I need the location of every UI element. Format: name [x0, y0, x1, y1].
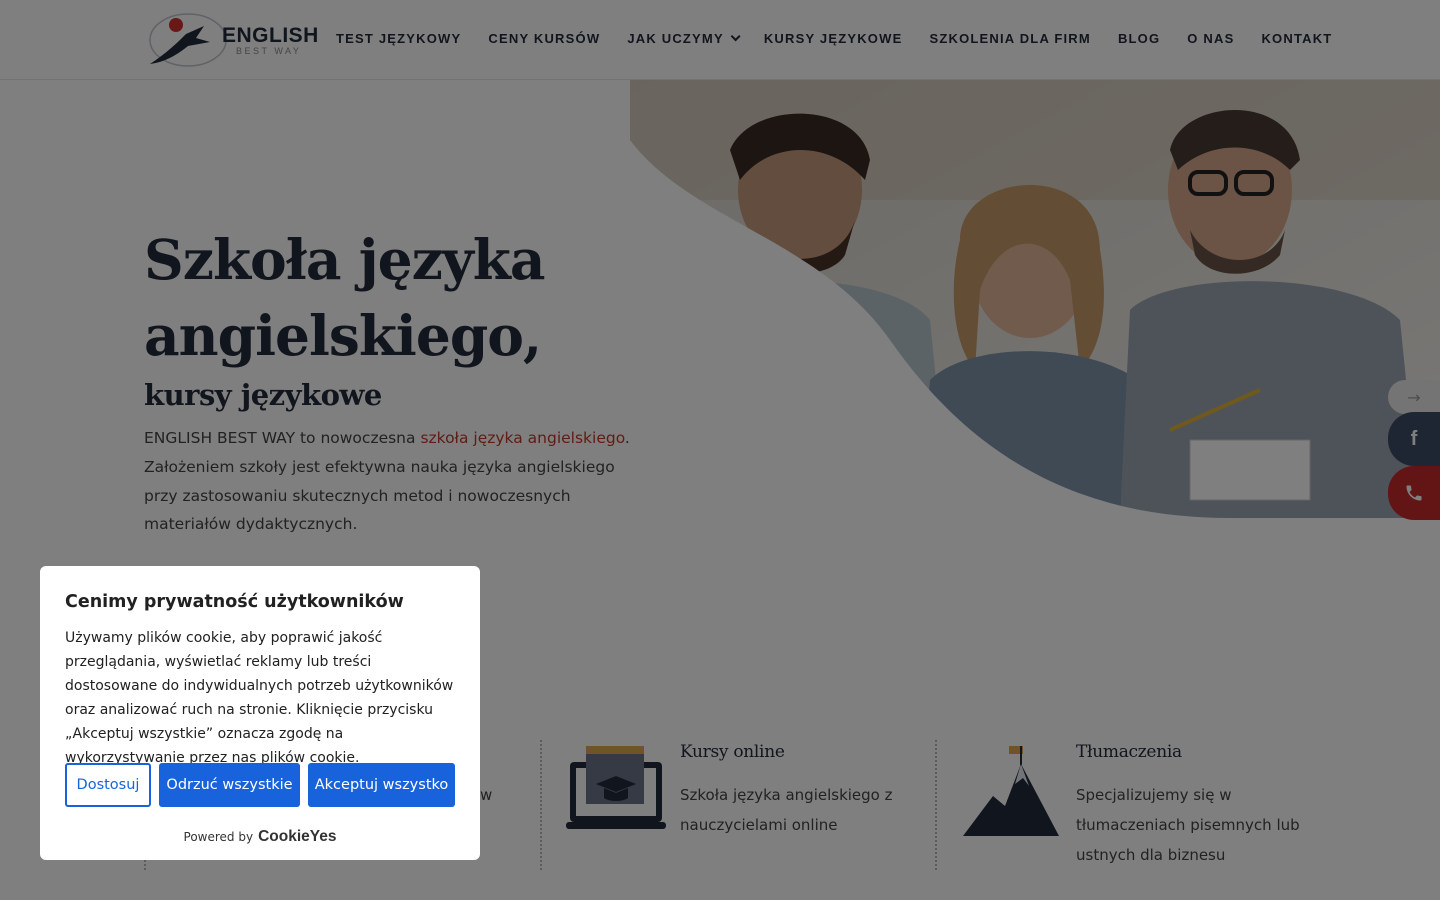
cookie-title: Cenimy prywatność użytkowników: [65, 592, 404, 612]
cookie-text: Używamy plików cookie, aby poprawić jako…: [65, 630, 454, 766]
cookieyes-logo[interactable]: CookieYes: [258, 828, 336, 846]
accept-all-button[interactable]: Akceptuj wszystko: [308, 763, 455, 807]
reject-all-button[interactable]: Odrzuć wszystkie: [159, 763, 300, 807]
powered-by: Powered by CookieYes: [40, 828, 480, 846]
customize-button[interactable]: Dostosuj: [65, 763, 151, 807]
cookie-consent-dialog: Cenimy prywatność użytkowników Używamy p…: [40, 566, 480, 860]
powered-by-label: Powered by: [183, 830, 254, 844]
